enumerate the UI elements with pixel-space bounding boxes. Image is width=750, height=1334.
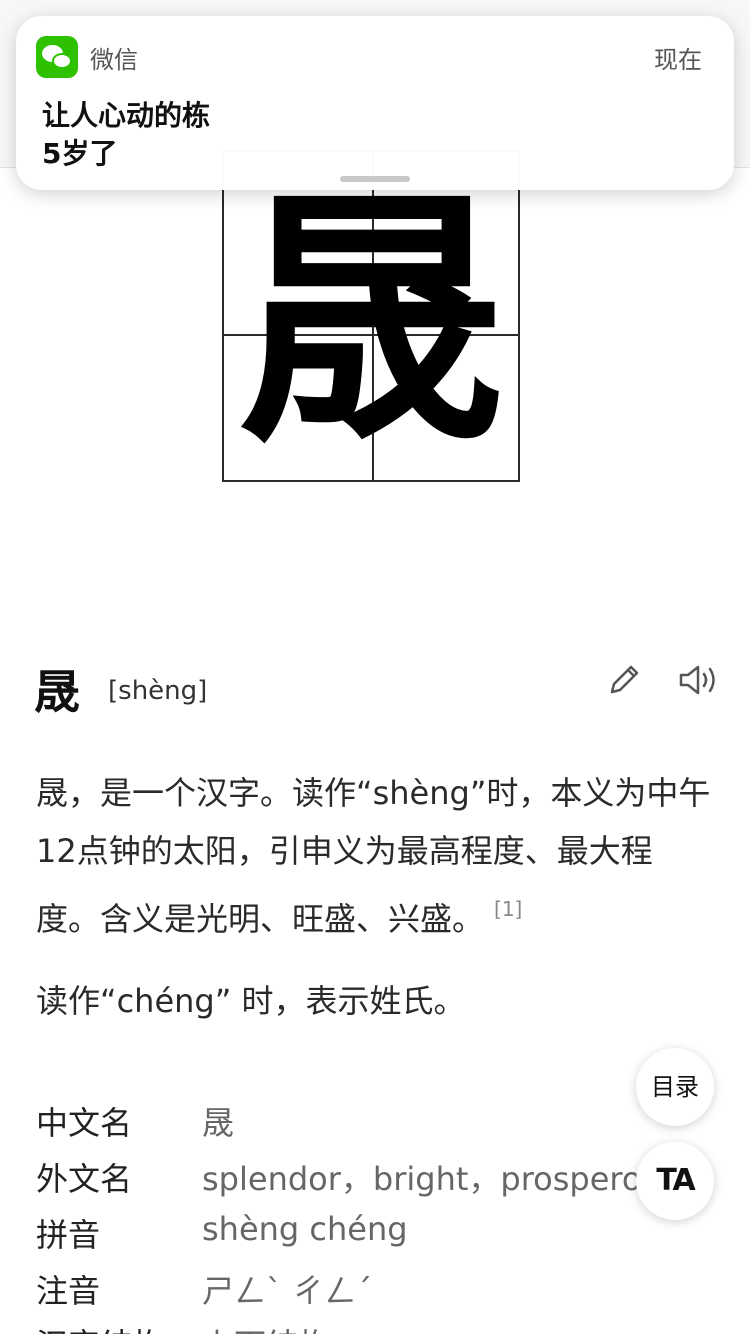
info-key: 汉字结构 xyxy=(36,1320,164,1334)
info-value: ㄕㄥˋ ㄔㄥˊ xyxy=(202,1272,373,1310)
notification-time: 现在 xyxy=(654,46,702,74)
notification-banner[interactable]: 微信 现在 让人心动的栋 5岁了 xyxy=(16,16,734,190)
info-row: 注音 ㄕㄥˋ ㄔㄥˊ xyxy=(36,1266,676,1322)
entry-pinyin: [shèng] xyxy=(108,676,208,706)
info-row: 外文名 splendor，bright，prosperous xyxy=(36,1154,676,1210)
notification-title: 让人心动的栋 xyxy=(42,99,211,132)
wechat-icon xyxy=(36,36,78,78)
speaker-icon[interactable] xyxy=(676,660,722,700)
notification-body: 5岁了 xyxy=(42,137,118,170)
info-value: 晟 xyxy=(202,1104,235,1142)
definition-paragraph: 晟，是一个汉字。读作“shèng”时，本义为中午12点钟的太阳，引申义为最高程度… xyxy=(36,764,716,948)
info-value: splendor，bright，prosperous xyxy=(202,1160,676,1198)
toc-button[interactable]: 目录 xyxy=(636,1048,714,1126)
character-image: 晟 xyxy=(222,150,520,482)
edit-icon[interactable] xyxy=(604,660,644,700)
character-glyph: 晟 xyxy=(237,164,505,479)
citation-link[interactable]: [1] xyxy=(494,897,522,921)
info-row: 汉字结构 上下结构 xyxy=(36,1320,676,1334)
info-value: shèng chéng xyxy=(202,1210,408,1248)
definition-text: 晟，是一个汉字。读作“shèng”时，本义为中午12点钟的太阳，引申义为最高程度… xyxy=(36,774,711,938)
banner-grabber-handle[interactable] xyxy=(340,176,410,182)
info-value: 上下结构 xyxy=(202,1320,330,1334)
notification-app-name: 微信 xyxy=(90,46,138,74)
entry-title: 晟 xyxy=(34,665,80,719)
info-row: 拼音 shèng chéng xyxy=(36,1210,676,1266)
info-key: 外文名 xyxy=(36,1160,133,1198)
info-row: 中文名 晟 xyxy=(36,1098,676,1154)
ta-button[interactable]: TA xyxy=(636,1142,714,1220)
info-key: 拼音 xyxy=(36,1216,101,1254)
surname-paragraph: 读作“chéng” 时，表示姓氏。 xyxy=(36,982,466,1020)
info-key: 注音 xyxy=(36,1272,101,1310)
info-key: 中文名 xyxy=(36,1104,133,1142)
